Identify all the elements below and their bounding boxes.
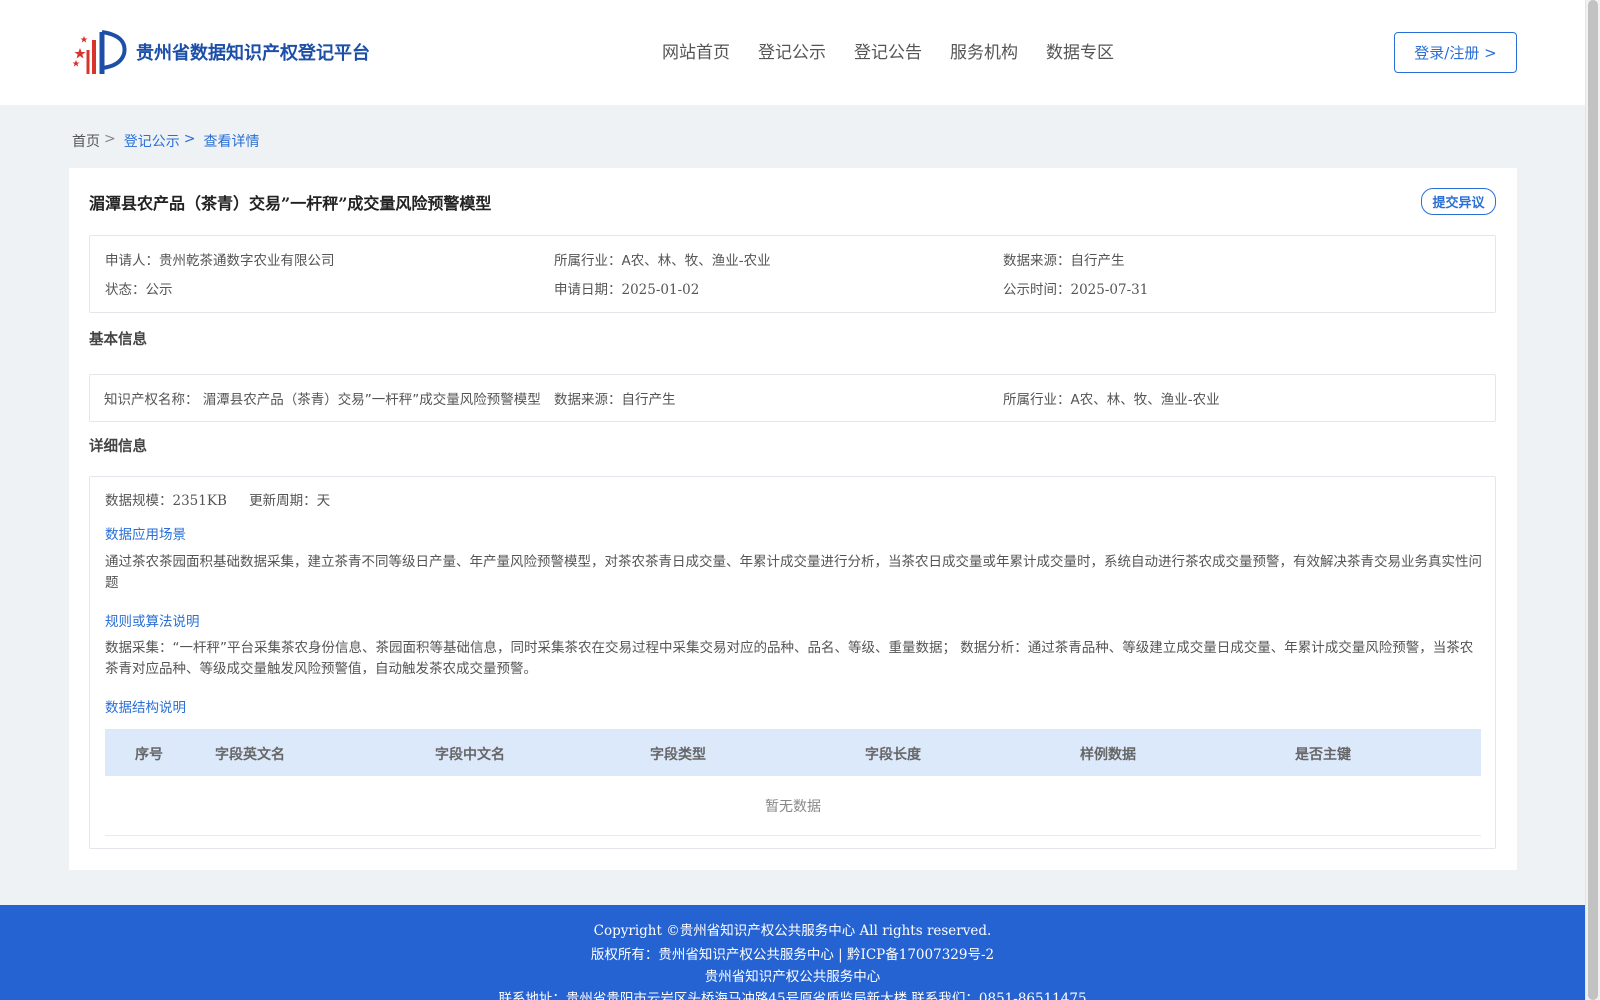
- nav-item-registration-publicity[interactable]: 登记公示: [758, 38, 826, 63]
- site-logo[interactable]: 贵州省数据知识产权登记平台: [72, 26, 370, 78]
- structure-table-header: 序号 字段英文名 字段中文名 字段类型 字段长度 样例数据 是否主键: [105, 729, 1481, 776]
- main-nav: 网站首页 登记公示 登记公告 服务机构 数据专区: [662, 38, 1142, 63]
- breadcrumb-home[interactable]: 首页: [72, 131, 100, 151]
- footer-copyright: Copyright ©贵州省知识产权公共服务中心 All rights rese…: [593, 923, 992, 939]
- col-serial: 序号: [135, 747, 163, 763]
- breadcrumb: 首页 > 登记公示 > 查看详情: [72, 131, 259, 151]
- ip-name-field: 知识产权名称： 湄潭县农产品（茶青）交易”一杆秤”成交量风险预警模型: [104, 392, 541, 408]
- breadcrumb-separator: >: [183, 131, 196, 147]
- table-empty-row: 暂无数据: [105, 776, 1481, 836]
- footer-contact: 联系地址：贵州省贵阳市云岩区头桥海马冲路45号原省质监局新大楼 联系我们：085…: [498, 991, 1087, 1000]
- col-field-cn-name: 字段中文名: [435, 747, 505, 763]
- nav-item-home[interactable]: 网站首页: [662, 38, 730, 63]
- data-scale-field: 数据规模：2351KB 更新周期：天: [105, 493, 331, 509]
- detail-card: 湄潭县农产品（茶青）交易”一杆秤”成交量风险预警模型 提交异议 申请人：贵州乾茶…: [69, 168, 1517, 870]
- col-field-en-name: 字段英文名: [215, 747, 285, 763]
- basic-info-box: 知识产权名称： 湄潭县农产品（茶青）交易”一杆秤”成交量风险预警模型 数据来源：…: [89, 374, 1496, 422]
- footer-organization: 贵州省知识产权公共服务中心: [704, 969, 881, 985]
- source-value: 自行产生: [1070, 253, 1125, 269]
- basic-source-value: 自行产生: [621, 392, 676, 408]
- applicant-field: 申请人：贵州乾茶通数字农业有限公司: [105, 253, 335, 269]
- col-sample-data: 样例数据: [1080, 747, 1136, 763]
- scrollbar-thumb[interactable]: [1588, 0, 1598, 1000]
- site-name: 贵州省数据知识产权登记平台: [136, 43, 370, 64]
- submit-objection-button[interactable]: 提交异议: [1421, 188, 1496, 215]
- page-title: 湄潭县农产品（茶青）交易”一杆秤”成交量风险预警模型: [89, 194, 492, 213]
- ip-name-value: 湄潭县农产品（茶青）交易”一杆秤”成交量风险预警模型: [202, 392, 541, 408]
- breadcrumb-registration-publicity[interactable]: 登记公示: [124, 131, 180, 151]
- col-field-type: 字段类型: [650, 747, 706, 763]
- rule-algorithm-text: 数据采集：“一杆秤”平台采集茶农身份信息、茶园面积等基础信息，同时采集茶农在交易…: [105, 640, 1474, 677]
- basic-source-field: 数据来源：自行产生: [554, 392, 676, 408]
- nav-item-registration-announcement[interactable]: 登记公告: [854, 38, 922, 63]
- logo-emblem-icon: [72, 30, 127, 74]
- breadcrumb-current: 查看详情: [203, 134, 260, 150]
- nav-item-service-agencies[interactable]: 服务机构: [950, 38, 1018, 63]
- summary-box: 申请人：贵州乾茶通数字农业有限公司 所属行业：A农、林、牧、渔业-农业 数据来源…: [89, 235, 1496, 313]
- col-field-length: 字段长度: [865, 747, 921, 763]
- basic-industry-value: A农、林、牧、渔业-农业: [1070, 392, 1220, 408]
- page-scrollbar[interactable]: [1585, 0, 1600, 1000]
- site-header: 贵州省数据知识产权登记平台 网站首页 登记公示 登记公告 服务机构 数据专区 登…: [0, 0, 1585, 105]
- site-footer: Copyright ©贵州省知识产权公共服务中心 All rights rese…: [0, 905, 1585, 1000]
- rule-algorithm-heading: 规则或算法说明: [105, 614, 200, 630]
- apply-date-field: 申请日期：2025-01-02: [554, 282, 700, 298]
- applicant-value: 贵州乾茶通数字农业有限公司: [159, 253, 335, 269]
- update-cycle-value: 天: [316, 493, 331, 509]
- detail-info-heading: 详细信息: [89, 439, 147, 455]
- data-scale-value: 2351KB: [172, 493, 227, 509]
- basic-info-heading: 基本信息: [89, 332, 147, 348]
- industry-field: 所属行业：A农、林、牧、渔业-农业: [554, 253, 771, 269]
- industry-value: A农、林、牧、渔业-农业: [621, 253, 771, 269]
- col-primary-key: 是否主键: [1295, 747, 1351, 763]
- application-scene-text: 通过茶农茶园面积基础数据采集，建立茶青不同等级日产量、年产量风险预警模型，对茶农…: [105, 554, 1482, 591]
- source-field: 数据来源：自行产生: [1003, 253, 1125, 269]
- status-value: 公示: [145, 282, 173, 298]
- footer-rights-icp: 版权所有：贵州省知识产权公共服务中心 | 黔ICP备17007329号-2: [590, 947, 995, 963]
- detail-info-box: 数据规模：2351KB 更新周期：天 数据应用场景 通过茶农茶园面积基础数据采集…: [89, 476, 1496, 849]
- login-register-button[interactable]: 登录/注册 >: [1394, 32, 1517, 73]
- basic-industry-field: 所属行业：A农、林、牧、渔业-农业: [1003, 392, 1220, 408]
- data-structure-heading: 数据结构说明: [105, 700, 186, 716]
- apply-date-value: 2025-01-02: [621, 282, 700, 298]
- status-field: 状态：公示: [105, 282, 173, 298]
- nav-item-data-zone[interactable]: 数据专区: [1046, 38, 1114, 63]
- publish-time-field: 公示时间：2025-07-31: [1003, 282, 1149, 298]
- application-scene-heading: 数据应用场景: [105, 527, 186, 543]
- publish-time-value: 2025-07-31: [1070, 282, 1149, 298]
- breadcrumb-separator: >: [104, 131, 116, 147]
